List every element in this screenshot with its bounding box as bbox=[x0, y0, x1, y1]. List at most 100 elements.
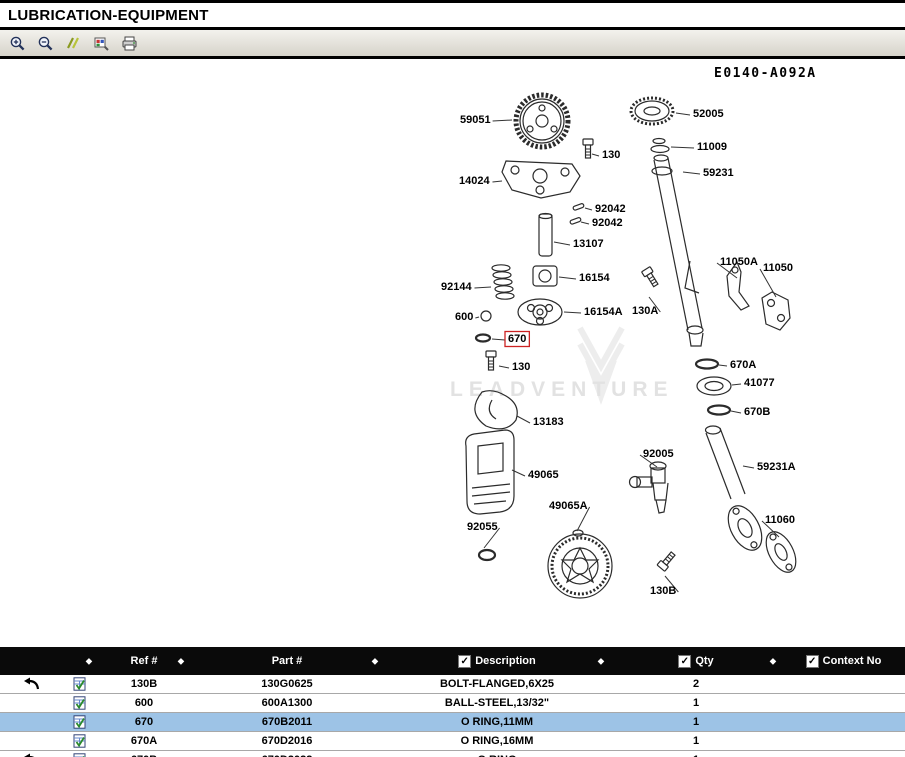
diagram-code: E0140-A092A bbox=[714, 66, 817, 81]
image-tool-button[interactable] bbox=[91, 33, 111, 53]
table-row[interactable]: 670A 670D2016 O RING,16MM 1 bbox=[0, 732, 905, 751]
table-body: 130B 130G0625 BOLT-FLANGED,6X25 2 600 60… bbox=[0, 675, 905, 757]
part-label-11060[interactable]: 11060 bbox=[765, 514, 795, 526]
watermark-text: LEADVENTURE bbox=[450, 378, 674, 401]
part-label-92055[interactable]: 92055 bbox=[467, 521, 498, 533]
leader-line bbox=[493, 120, 512, 121]
part-label-670A[interactable]: 670A bbox=[730, 359, 756, 371]
header-context: ✓ Context No bbox=[782, 647, 905, 675]
table-row[interactable]: 130B 130G0625 BOLT-FLANGED,6X25 2 bbox=[0, 675, 905, 694]
part-dipstick-tube bbox=[652, 155, 703, 346]
sort-icon[interactable]: ◆ bbox=[598, 657, 604, 666]
leader-line bbox=[499, 366, 509, 368]
qty-checkbox[interactable]: ✓ bbox=[678, 655, 691, 668]
leader-line bbox=[719, 365, 727, 366]
table-row[interactable]: 670B 670D2022 O RING 1 bbox=[0, 751, 905, 757]
print-icon bbox=[121, 35, 138, 52]
part-doc-icon[interactable] bbox=[73, 753, 87, 757]
col-label-part[interactable]: Part # bbox=[272, 655, 303, 667]
part-label-16154A[interactable]: 16154A bbox=[584, 306, 623, 318]
col-label-context[interactable]: Context No bbox=[823, 655, 882, 667]
part-label-11009[interactable]: 11009 bbox=[697, 141, 727, 153]
part-label-92005[interactable]: 92005 bbox=[643, 448, 674, 460]
diagram-canvas: LEADVENTURE E0140-A092A bbox=[0, 59, 905, 647]
part-doc-icon[interactable] bbox=[73, 734, 87, 748]
part-label-13107[interactable]: 13107 bbox=[573, 238, 604, 250]
cell-part: 670B2011 bbox=[190, 716, 384, 728]
header-part: Part # ◆ bbox=[190, 647, 384, 675]
annotate-tool-button[interactable] bbox=[63, 33, 83, 53]
part-outlet-tube bbox=[706, 426, 769, 556]
print-button[interactable] bbox=[119, 33, 139, 53]
part-label-92042[interactable]: 92042 bbox=[595, 203, 626, 215]
parts-diagram: LEADVENTURE E0140-A092A bbox=[0, 59, 905, 647]
part-label-59231[interactable]: 59231 bbox=[703, 167, 734, 179]
jump-arrow-icon[interactable] bbox=[23, 753, 40, 757]
context-checkbox[interactable]: ✓ bbox=[806, 655, 819, 668]
title-bar: LUBRICATION-EQUIPMENT bbox=[0, 3, 905, 27]
part-label-130[interactable]: 130 bbox=[512, 361, 530, 373]
sort-icon[interactable]: ◆ bbox=[86, 657, 92, 666]
table-row[interactable]: 670 670B2011 O RING,11MM 1 bbox=[0, 713, 905, 732]
part-label-13183[interactable]: 13183 bbox=[533, 416, 564, 428]
leader-line bbox=[559, 277, 576, 279]
part-label-59051[interactable]: 59051 bbox=[460, 114, 491, 126]
leader-line bbox=[731, 411, 741, 413]
part-label-92042[interactable]: 92042 bbox=[592, 217, 623, 229]
leader-line bbox=[492, 181, 502, 182]
col-label-ref[interactable]: Ref # bbox=[131, 655, 158, 667]
part-label-92144[interactable]: 92144 bbox=[441, 281, 472, 293]
part-label-130A[interactable]: 130A bbox=[632, 305, 658, 317]
cell-description: O RING,16MM bbox=[384, 735, 610, 747]
cell-part: 130G0625 bbox=[190, 678, 384, 690]
part-gear bbox=[516, 95, 568, 147]
part-label-130[interactable]: 130 bbox=[602, 149, 620, 161]
table-header: ◆ Ref # ◆ Part # ◆ ✓ Description ◆ ✓ Qty… bbox=[0, 647, 905, 675]
header-description: ✓ Description ◆ bbox=[384, 647, 610, 675]
cell-qty: 1 bbox=[610, 716, 782, 728]
part-label-11050A[interactable]: 11050A bbox=[720, 256, 758, 268]
part-label-59231A[interactable]: 59231A bbox=[757, 461, 796, 473]
leader-line bbox=[743, 466, 754, 468]
description-checkbox[interactable]: ✓ bbox=[458, 655, 471, 668]
part-label-600[interactable]: 600 bbox=[455, 311, 473, 323]
leader-line bbox=[492, 339, 505, 340]
zoom-out-button[interactable] bbox=[35, 33, 55, 53]
sort-icon[interactable]: ◆ bbox=[372, 657, 378, 666]
zoom-in-button[interactable] bbox=[7, 33, 27, 53]
cell-ref: 670 bbox=[98, 716, 190, 728]
sort-icon[interactable]: ◆ bbox=[770, 657, 776, 666]
leader-line bbox=[732, 384, 741, 385]
part-label-49065[interactable]: 49065 bbox=[528, 469, 559, 481]
col-label-description[interactable]: Description bbox=[475, 655, 536, 667]
part-oil-filter bbox=[548, 530, 612, 598]
part-label-130B[interactable]: 130B bbox=[650, 585, 676, 597]
sort-icon[interactable]: ◆ bbox=[178, 657, 184, 666]
app-window: LUBRICATION-EQUIPMENT bbox=[0, 0, 905, 757]
leader-line bbox=[475, 317, 479, 318]
part-label-16154[interactable]: 16154 bbox=[579, 272, 610, 284]
leader-line bbox=[671, 147, 694, 148]
cell-ref: 130B bbox=[98, 678, 190, 690]
leader-line bbox=[585, 208, 592, 210]
part-label-41077[interactable]: 41077 bbox=[744, 377, 775, 389]
header-arrow-column bbox=[0, 647, 62, 675]
part-label-11050[interactable]: 11050 bbox=[763, 262, 793, 274]
table-row[interactable]: 600 600A1300 BALL-STEEL,13/32" 1 bbox=[0, 694, 905, 713]
part-label-670B[interactable]: 670B bbox=[744, 406, 770, 418]
part-doc-icon[interactable] bbox=[73, 696, 87, 710]
part-label-52005[interactable]: 52005 bbox=[693, 108, 724, 120]
part-doc-icon[interactable] bbox=[73, 715, 87, 729]
part-label-14024[interactable]: 14024 bbox=[459, 175, 490, 187]
part-spring bbox=[492, 265, 514, 299]
part-doc-icon[interactable] bbox=[73, 677, 87, 691]
parts-table: ◆ Ref # ◆ Part # ◆ ✓ Description ◆ ✓ Qty… bbox=[0, 647, 905, 757]
toolbar bbox=[0, 30, 905, 56]
part-oil-cap bbox=[631, 98, 673, 124]
cell-ref: 600 bbox=[98, 697, 190, 709]
part-label-49065A[interactable]: 49065A bbox=[549, 500, 588, 512]
col-label-qty[interactable]: Qty bbox=[695, 655, 713, 667]
jump-arrow-icon[interactable] bbox=[23, 677, 40, 691]
cell-part: 600A1300 bbox=[190, 697, 384, 709]
part-label-670[interactable]: 670 bbox=[508, 333, 526, 345]
